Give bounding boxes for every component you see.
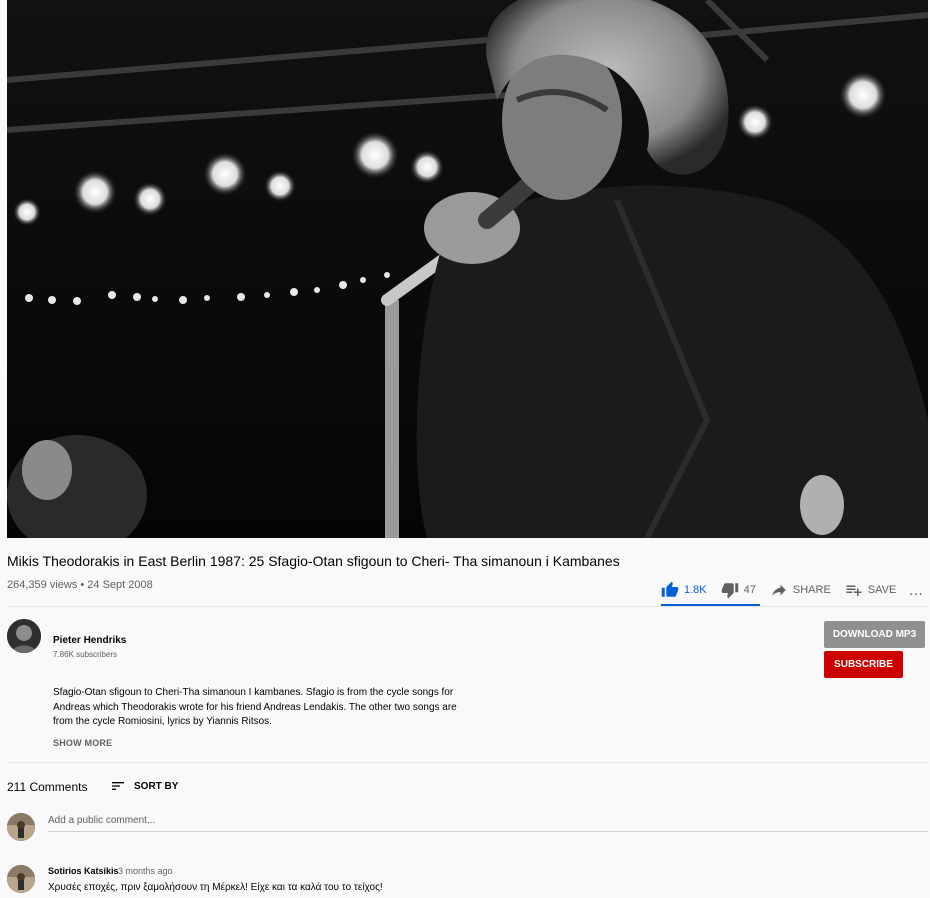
sort-icon [112,782,124,790]
more-actions-button[interactable]: … [908,582,924,599]
thumbs-up-icon [661,581,679,597]
video-views-date: 264,359 views • 24 Sept 2008 [7,579,153,591]
video-title: Mikis Theodorakis in East Berlin 1987: 2… [7,553,620,569]
current-user-avatar [7,813,35,841]
channel-subscriber-count: 7.86K subscribers [53,650,118,659]
save-button[interactable]: SAVE [845,581,897,599]
download-mp3-button[interactable]: DOWNLOAD MP3 [824,621,925,648]
video-frame-image [7,0,928,538]
comments-count: 211 Comments [7,780,88,794]
comment-timestamp[interactable]: 3 months ago [118,866,173,876]
thumbs-down-icon [721,583,738,599]
comment-author[interactable]: Sotirios Katsikis [48,866,119,876]
like-button[interactable]: 1.8K [661,581,707,599]
description-line: from the cycle Romiosini, lyrics by Yian… [53,716,272,727]
show-more-button[interactable]: SHOW MORE [53,738,112,748]
share-label: SHARE [792,584,831,596]
add-comment-input[interactable]: Add a public comment... [48,815,928,832]
sort-by-label: SORT BY [134,780,179,792]
comment-text: Χρυσές εποχές, πριν ξαμολήσουν τη Μέρκελ… [48,882,383,893]
share-button[interactable]: SHARE [770,581,831,599]
more-dots-icon: … [908,581,925,599]
like-count: 1.8K [684,584,707,596]
channel-avatar[interactable] [7,619,41,653]
comment-author-avatar[interactable] [7,865,35,893]
channel-avatar-image [7,619,41,653]
save-label: SAVE [867,584,897,596]
comment-avatar-image [7,865,35,893]
playlist-add-icon [846,585,862,596]
divider [7,762,928,763]
user-avatar-image [7,813,35,841]
subscribe-button[interactable]: SUBSCRIBE [824,651,903,678]
sort-by-button[interactable]: SORT BY [110,778,178,794]
video-description: Sfagio-Otan sfigoun to Cheri-Tha simanou… [53,686,483,730]
dislike-button[interactable]: 47 [721,581,756,599]
share-arrow-icon [772,584,786,596]
description-line: Sfagio-Otan sfigoun to Cheri-Tha simanou… [53,687,454,698]
video-actions-bar: 1.8K 47 SHARE SAVE … [661,574,924,606]
divider [7,606,928,607]
channel-name[interactable]: Pieter Hendriks [53,635,126,646]
video-player[interactable] [7,0,928,538]
description-line: Andreas which Theodorakis wrote for his … [53,701,457,713]
dislike-count: 47 [743,584,756,596]
